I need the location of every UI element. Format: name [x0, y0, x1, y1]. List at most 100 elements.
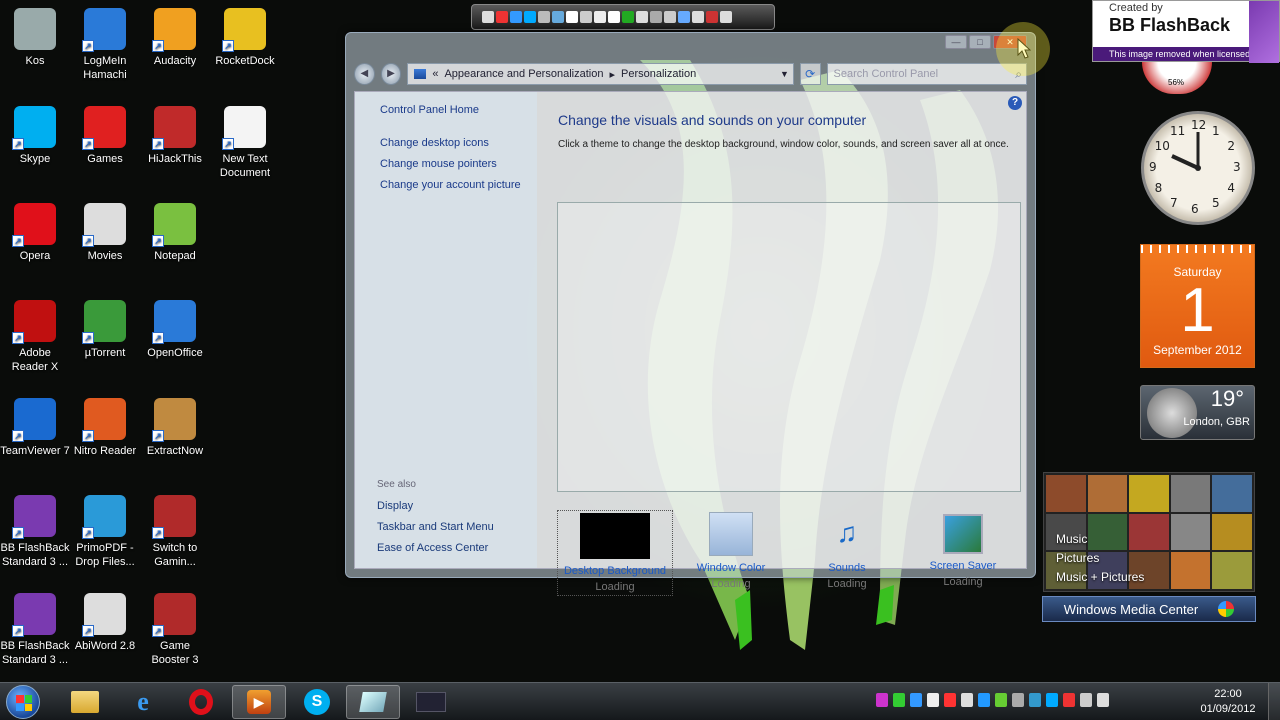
- minimize-button[interactable]: —: [945, 35, 967, 49]
- screen-saver-setting[interactable]: Screen Saver Loading: [905, 510, 1021, 596]
- hamachi-icon: ↗: [82, 8, 126, 52]
- screen-saver-label: Screen Saver: [929, 560, 997, 572]
- search-input[interactable]: Search Control Panel ⌕: [826, 63, 1028, 85]
- theme-list[interactable]: [557, 202, 1021, 492]
- start-button[interactable]: [6, 685, 40, 719]
- tray-app-icon[interactable]: [961, 693, 973, 707]
- dock-item-icon[interactable]: [482, 11, 494, 23]
- taskbar-control-panel-button[interactable]: [346, 685, 400, 719]
- desktop-icon[interactable]: ↗ Opera: [0, 203, 70, 263]
- control-panel-home-link[interactable]: Control Panel Home: [380, 104, 479, 116]
- dock-item-icon[interactable]: [580, 11, 592, 23]
- desktop-icon[interactable]: ↗ ExtractNow: [140, 398, 210, 458]
- dock-item-icon[interactable]: [664, 11, 676, 23]
- desktop-icon[interactable]: ↗ µTorrent: [70, 300, 140, 360]
- tray-app-icon[interactable]: [995, 693, 1007, 707]
- breadcrumb-prefix[interactable]: «: [432, 68, 438, 80]
- desktop-icon[interactable]: ↗ Notepad: [140, 203, 210, 263]
- desktop-icon[interactable]: ↗ Audacity: [140, 8, 210, 68]
- tray-battery-icon[interactable]: [893, 693, 905, 707]
- taskbar-start-menu-link[interactable]: Taskbar and Start Menu: [377, 521, 494, 533]
- tray-app-icon[interactable]: [978, 693, 990, 707]
- breadcrumb-separator[interactable]: ▸: [609, 68, 615, 81]
- tray-network-icon[interactable]: [1080, 693, 1092, 707]
- taskbar-opera-button[interactable]: [174, 685, 228, 719]
- dock-item-icon[interactable]: [678, 11, 690, 23]
- desktop-icon[interactable]: ↗ OpenOffice: [140, 300, 210, 360]
- dock-item-icon[interactable]: [692, 11, 704, 23]
- taskbar-window-button[interactable]: [404, 685, 458, 719]
- dock-item-icon[interactable]: [720, 11, 732, 23]
- dock-item-icon[interactable]: [650, 11, 662, 23]
- show-desktop-button[interactable]: [1268, 683, 1280, 720]
- change-account-picture-link[interactable]: Change your account picture: [380, 179, 521, 191]
- window-titlebar[interactable]: [346, 33, 1035, 59]
- dock-item-icon[interactable]: [538, 11, 550, 23]
- dock-item-icon[interactable]: [496, 11, 508, 23]
- back-button[interactable]: ◀: [354, 63, 375, 85]
- desktop-icon[interactable]: ↗ AbiWord 2.8: [70, 593, 140, 653]
- desktop-icon[interactable]: ↗ Games: [70, 106, 140, 166]
- desktop-icon[interactable]: ↗ New Text Document: [210, 106, 280, 180]
- tray-app-icon[interactable]: [944, 693, 956, 707]
- desktop-icon[interactable]: ↗ Switch to Gamin...: [140, 495, 210, 569]
- maximize-button[interactable]: □: [969, 35, 991, 49]
- dock-item-icon[interactable]: [636, 11, 648, 23]
- tray-flag-icon[interactable]: [927, 693, 939, 707]
- display-link[interactable]: Display: [377, 500, 413, 512]
- desktop-icon[interactable]: ↗ BB FlashBack Standard 3 ...: [0, 593, 70, 667]
- desktop-icon[interactable]: ↗ BB FlashBack Standard 3 ...: [0, 495, 70, 569]
- desktop-icon[interactable]: ↗ PrimoPDF - Drop Files...: [70, 495, 140, 569]
- address-dropdown-icon[interactable]: ▼: [780, 69, 789, 79]
- tray-app-icon[interactable]: [1012, 693, 1024, 707]
- tray-volume-icon[interactable]: [1097, 693, 1109, 707]
- breadcrumb-personalization[interactable]: Personalization: [621, 68, 696, 80]
- dock-item-icon[interactable]: [566, 11, 578, 23]
- dock-item-icon[interactable]: [608, 11, 620, 23]
- help-icon[interactable]: ?: [1008, 96, 1022, 110]
- dock-item-icon[interactable]: [510, 11, 522, 23]
- ease-of-access-link[interactable]: Ease of Access Center: [377, 542, 488, 554]
- desktop-icon[interactable]: Kos: [0, 8, 70, 68]
- desktop-icon[interactable]: ↗ RocketDock: [210, 8, 280, 68]
- tray-app-icon[interactable]: [876, 693, 888, 707]
- desktop-background-setting[interactable]: Desktop Background Loading: [557, 510, 673, 596]
- tray-app-icon[interactable]: [1029, 693, 1041, 707]
- change-desktop-icons-link[interactable]: Change desktop icons: [380, 137, 489, 149]
- tray-app-icon[interactable]: [1063, 693, 1075, 707]
- dock-item-icon[interactable]: [524, 11, 536, 23]
- desktop-icon[interactable]: ↗ TeamViewer 7: [0, 398, 70, 458]
- media-music-pictures[interactable]: Music + Pictures: [1056, 568, 1144, 587]
- desktop-icon[interactable]: ↗ HiJackThis: [140, 106, 210, 166]
- desktop-icon[interactable]: ↗ Adobe Reader X: [0, 300, 70, 374]
- media-pictures[interactable]: Pictures: [1056, 549, 1144, 568]
- media-center-bar[interactable]: Windows Media Center: [1042, 596, 1256, 622]
- taskbar-skype-button[interactable]: S: [290, 685, 344, 719]
- dock-item-icon[interactable]: [622, 11, 634, 23]
- refresh-button[interactable]: ⟳: [799, 63, 821, 85]
- dock-item-icon[interactable]: [552, 11, 564, 23]
- change-mouse-pointers-link[interactable]: Change mouse pointers: [380, 158, 497, 170]
- dock-item-icon[interactable]: [594, 11, 606, 23]
- taskbar-media-player-button[interactable]: ▶: [232, 685, 286, 719]
- dock-item-icon[interactable]: [706, 11, 718, 23]
- teamviewer-icon: ↗: [12, 398, 56, 442]
- desktop-icon[interactable]: ↗ Movies: [70, 203, 140, 263]
- desktop-icon[interactable]: ↗ Skype: [0, 106, 70, 166]
- sounds-setting[interactable]: ♫ Sounds Loading: [789, 510, 905, 596]
- desktop-icon[interactable]: ↗ LogMeIn Hamachi: [70, 8, 140, 82]
- address-bar[interactable]: « Appearance and Personalization ▸ Perso…: [407, 63, 794, 85]
- tray-app-icon[interactable]: [910, 693, 922, 707]
- taskbar-ie-button[interactable]: e: [116, 685, 170, 719]
- window-color-setting[interactable]: Window Color Loading: [673, 510, 789, 596]
- desktop-icon[interactable]: ↗ Game Booster 3: [140, 593, 210, 667]
- taskbar-clock[interactable]: 22:00 01/09/2012: [1196, 687, 1260, 717]
- desktop-icon[interactable]: ↗ Nitro Reader: [70, 398, 140, 458]
- forward-button[interactable]: ▶: [380, 63, 402, 85]
- media-music[interactable]: Music: [1056, 530, 1144, 549]
- tray-app-icon[interactable]: [1046, 693, 1058, 707]
- taskbar-explorer-button[interactable]: [58, 685, 112, 719]
- clock-hands-icon: [1171, 132, 1201, 171]
- control-panel-icon: [414, 69, 427, 79]
- breadcrumb-appearance[interactable]: Appearance and Personalization: [444, 68, 603, 80]
